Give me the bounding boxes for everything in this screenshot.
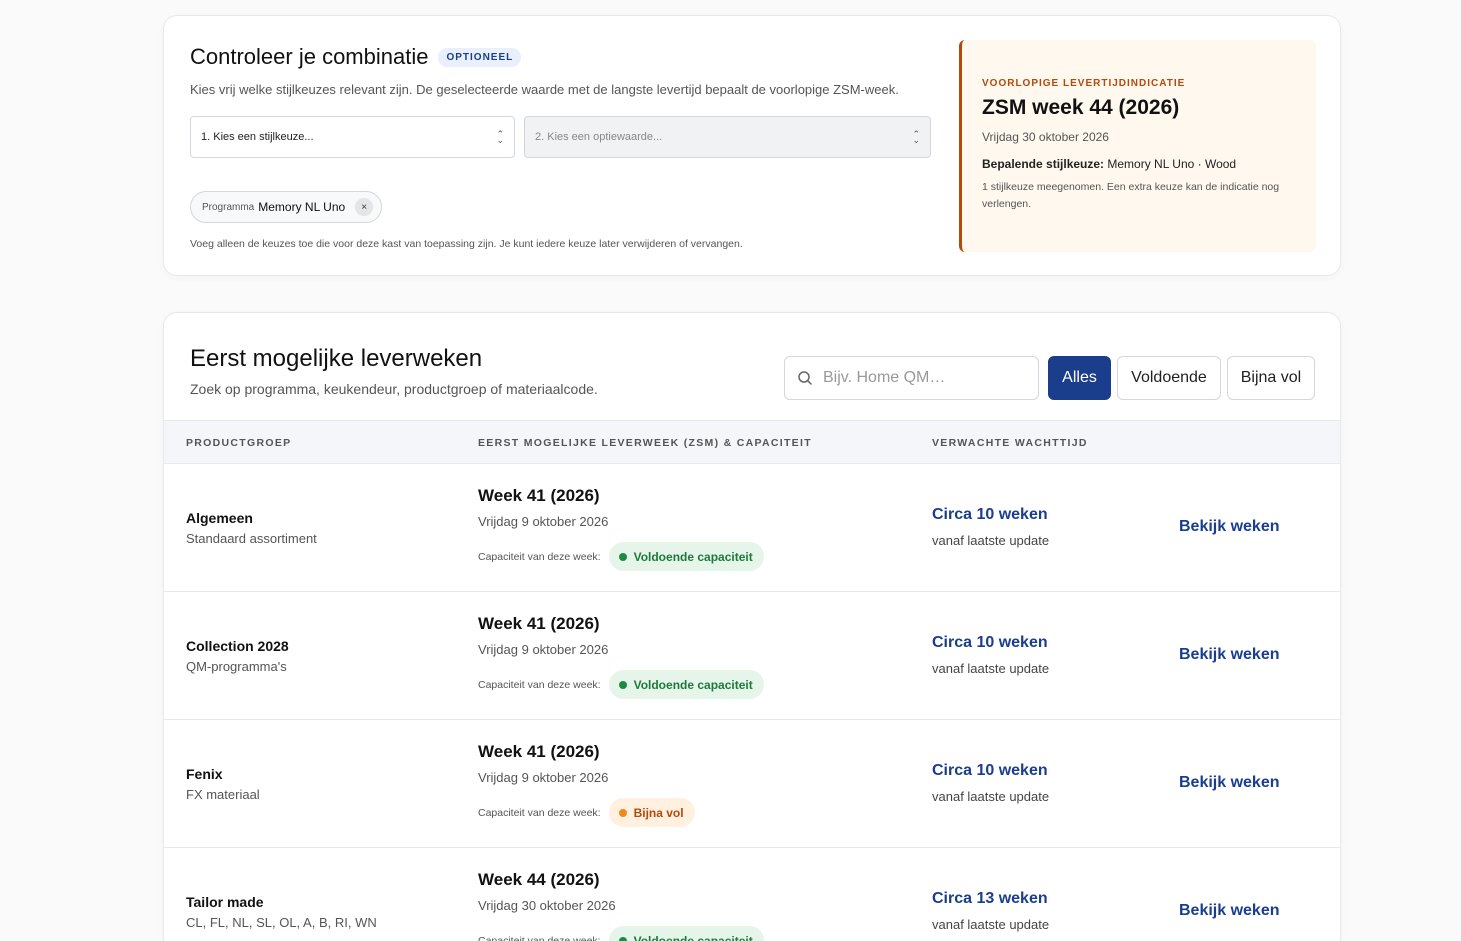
expected-wait-note: vanaf laatste update	[932, 789, 1050, 804]
expected-wait-note: vanaf laatste update	[932, 533, 1050, 548]
expected-wait: Circa 13 weken	[932, 890, 1048, 907]
first-week-date: Vrijdag 9 oktober 2026	[478, 514, 609, 529]
capacity-status-text: Voldoende capaciteit	[633, 549, 753, 564]
capacity-status-badge: Voldoende capaciteit	[608, 670, 764, 699]
productgroup-name: Algemeen	[186, 510, 253, 526]
table-row: Tailor made CL, FL, NL, SL, OL, A, B, RI,…	[164, 848, 1340, 941]
status-dot-icon	[618, 936, 627, 941]
indication-label: VOORLOPIGE LEVERTIJDINDICATIE	[982, 78, 1186, 89]
header-wait-time: VERWACHTE WACHTTIJD	[932, 437, 1088, 449]
capacity-label: Capaciteit van deze week:	[478, 934, 601, 941]
combination-title: Controleer je combinatie	[190, 44, 429, 69]
expected-wait: Circa 10 weken	[932, 634, 1048, 651]
productgroup-subtitle: Standaard assortiment	[186, 531, 317, 546]
first-week-date: Vrijdag 9 oktober 2026	[478, 642, 609, 657]
delivery-weeks-card: Eerst mogelijke leverweken Zoek op progr…	[163, 312, 1341, 941]
weeks-description: Zoek op programma, keukendeur, productgr…	[190, 381, 598, 397]
capacity-label: Capaciteit van deze week:	[478, 550, 601, 563]
productgroup-subtitle: CL, FL, NL, SL, OL, A, B, RI, WN	[186, 915, 377, 930]
determining-choice-value: Memory NL Uno · Wood	[1107, 157, 1237, 171]
header-productgroup: PRODUCTGROEP	[186, 437, 292, 449]
status-dot-icon	[618, 552, 627, 561]
expected-wait: Circa 10 weken	[932, 762, 1048, 779]
capacity-status-text: Voldoende capaciteit	[633, 677, 753, 692]
productgroup-subtitle: FX materiaal	[186, 787, 260, 802]
first-week: Week 41 (2026)	[478, 486, 600, 505]
first-week-date: Vrijdag 30 oktober 2026	[478, 898, 616, 913]
capacity-label: Capaciteit van deze week:	[478, 678, 601, 691]
productgroup-name: Fenix	[186, 766, 223, 782]
chip-key: Programma	[202, 201, 255, 213]
first-week: Week 44 (2026)	[478, 870, 600, 889]
search-input[interactable]	[823, 369, 1023, 387]
combination-note: Voeg alleen de keuzes toe die voor deze …	[190, 238, 743, 250]
expected-wait: Circa 10 weken	[932, 506, 1048, 523]
capacity-status-badge: Bijna vol	[608, 798, 695, 827]
first-week: Week 41 (2026)	[478, 742, 600, 761]
capacity-status-text: Bijna vol	[633, 805, 684, 820]
status-dot-icon	[618, 808, 627, 817]
view-weeks-link[interactable]: Bekijk weken	[1179, 902, 1280, 920]
first-week-date: Vrijdag 9 oktober 2026	[478, 770, 609, 785]
capacity-status-badge: Voldoende capaciteit	[608, 542, 764, 571]
delivery-indication-panel: VOORLOPIGE LEVERTIJDINDICATIE ZSM week 4…	[959, 40, 1316, 252]
remove-chip-button[interactable]: ×	[355, 198, 374, 216]
determining-choice: Bepalende stijlkeuze: Memory NL Uno · Wo…	[982, 157, 1296, 171]
view-weeks-link[interactable]: Bekijk weken	[1179, 518, 1280, 536]
productgroup-subtitle: QM-programma's	[186, 659, 287, 674]
selected-choice-chip: Programma Memory NL Uno ×	[190, 191, 383, 223]
expected-wait-note: vanaf laatste update	[932, 661, 1050, 676]
capacity-row: Capaciteit van deze week: Voldoende capac…	[478, 670, 764, 699]
capacity-status-badge: Voldoende capaciteit	[608, 926, 764, 941]
view-weeks-link[interactable]: Bekijk weken	[1179, 774, 1280, 792]
search-box[interactable]	[784, 356, 1039, 400]
optional-badge: OPTIONEEL	[438, 47, 522, 67]
capacity-row: Capaciteit van deze week: Bijna vol	[478, 798, 695, 827]
capacity-status-text: Voldoende capaciteit	[633, 933, 753, 941]
select-arrows-icon: ⌃ ⌄	[912, 129, 920, 145]
table-row: Fenix FX materiaal Week 41 (2026) Vrijdag 9…	[164, 720, 1340, 848]
productgroup-name: Tailor made	[186, 894, 264, 910]
style-choice-select-value: 1. Kies een stijlkeuze...	[201, 131, 314, 143]
capacity-row: Capaciteit van deze week: Voldoende capac…	[478, 926, 764, 941]
productgroup-name: Collection 2028	[186, 638, 289, 654]
indication-week: ZSM week 44 (2026)	[982, 96, 1180, 119]
capacity-label: Capaciteit van deze week:	[478, 806, 601, 819]
combination-card: Controleer je combinatie OPTIONEEL Kies …	[163, 15, 1341, 276]
table-row: Algemeen Standaard assortiment Week 41 (20…	[164, 464, 1340, 592]
expected-wait-note: vanaf laatste update	[932, 917, 1050, 932]
filter-sufficient-button[interactable]: Voldoende	[1117, 356, 1221, 400]
table-header: PRODUCTGROEP EERST MOGELIJKE LEVERWEEK (…	[164, 420, 1340, 464]
chip-value: Memory NL Uno	[258, 200, 346, 214]
option-value-select-value: 2. Kies een optiewaarde...	[535, 131, 663, 143]
indication-note: 1 stijlkeuze meegenomen. Een extra keuze…	[982, 181, 1280, 210]
filter-all-button[interactable]: Alles	[1048, 356, 1111, 400]
view-weeks-link[interactable]: Bekijk weken	[1179, 646, 1280, 664]
select-arrows-icon: ⌃ ⌄	[496, 129, 504, 145]
indication-date: Vrijdag 30 oktober 2026	[982, 130, 1109, 144]
first-week: Week 41 (2026)	[478, 614, 600, 633]
status-dot-icon	[618, 680, 627, 689]
table-row: Collection 2028 QM-programma's Week 41 (20…	[164, 592, 1340, 720]
header-first-week: EERST MOGELIJKE LEVERWEEK (ZSM) & CAPACI…	[478, 437, 812, 449]
weeks-title: Eerst mogelijke leverweken	[190, 345, 483, 372]
combination-description: Kies vrij welke stijlkeuzes relevant zij…	[190, 82, 899, 97]
search-icon	[798, 371, 812, 385]
style-choice-select[interactable]: 1. Kies een stijlkeuze... ⌃ ⌄	[190, 116, 515, 158]
option-value-select[interactable]: 2. Kies een optiewaarde... ⌃ ⌄	[524, 116, 931, 158]
combination-title-row: Controleer je combinatie OPTIONEEL	[190, 44, 522, 70]
determining-choice-label: Bepalende stijlkeuze:	[982, 157, 1105, 171]
capacity-row: Capaciteit van deze week: Voldoende capac…	[478, 542, 764, 571]
filter-almost-full-button[interactable]: Bijna vol	[1227, 356, 1315, 400]
